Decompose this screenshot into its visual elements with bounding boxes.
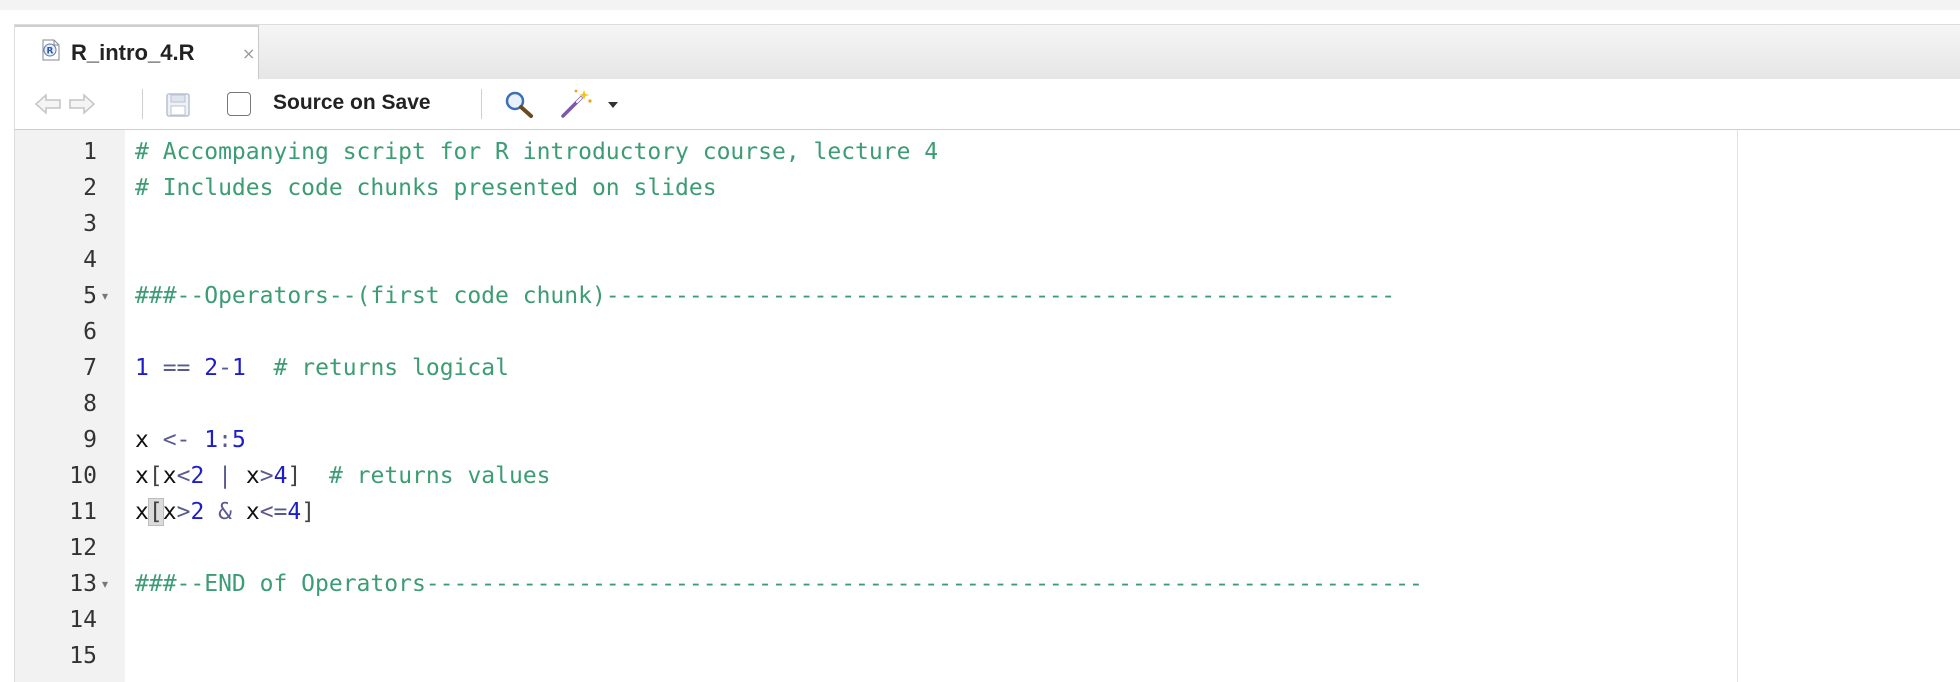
line-number: 8 (83, 391, 97, 417)
code-text: ###--Operators--(first code chunk)------… (135, 278, 1395, 314)
code-line[interactable]: 4 (15, 242, 1735, 278)
top-strip (0, 0, 1960, 10)
rstudio-source-pane: R R_intro_4.R × Source on Save 1 # Accom… (0, 0, 1960, 682)
magnifier-icon[interactable] (503, 89, 535, 119)
line-number: 14 (69, 607, 97, 633)
code-token: 4 (273, 463, 288, 489)
code-token: ] (301, 499, 316, 525)
code-token: ] (287, 463, 302, 489)
source-on-save-checkbox[interactable] (227, 92, 251, 116)
code-line[interactable]: 6 (15, 314, 1735, 350)
code-token: x (135, 463, 149, 489)
code-line[interactable]: 15 (15, 638, 1735, 674)
code-token: 1 (135, 355, 149, 381)
code-token: 5 (231, 427, 246, 453)
code-token: x (245, 499, 260, 525)
code-token: < (176, 463, 191, 489)
chevron-down-icon[interactable] (607, 101, 619, 109)
code-line[interactable]: 2 # Includes code chunks presented on sli… (15, 170, 1735, 206)
code-line[interactable]: 1 # Accompanying script for R introductor… (15, 134, 1735, 170)
line-number: 3 (83, 211, 97, 237)
code-token: # Accompanying script for R introductory… (135, 139, 939, 165)
code-text: x <- 1:5 (135, 422, 246, 458)
arrow-right-icon[interactable] (67, 92, 97, 116)
line-number: 2 (83, 175, 97, 201)
code-line[interactable]: 14 (15, 602, 1735, 638)
code-token: <= (259, 499, 288, 525)
tab-r-intro-4[interactable]: R R_intro_4.R × (15, 25, 259, 79)
code-line[interactable]: 9 x <- 1:5 (15, 422, 1735, 458)
code-token: x (162, 499, 177, 525)
toolbar-separator (481, 89, 482, 119)
code-token: & (204, 499, 246, 525)
arrow-left-icon[interactable] (33, 92, 63, 116)
line-number: 7 (83, 355, 97, 381)
code-token: - (218, 355, 232, 381)
code-token: # returns values (301, 463, 551, 489)
code-text: # Accompanying script for R introductory… (135, 134, 938, 170)
code-text: x[x>2 & x<=4] (135, 494, 315, 530)
line-number: 9 (83, 427, 97, 453)
code-token: <- (148, 427, 205, 453)
code-token: x (162, 463, 177, 489)
code-token: [ (148, 463, 163, 489)
code-text: x[x<2 | x>4] # returns values (135, 458, 551, 494)
code-token: | (204, 463, 246, 489)
line-number: 10 (69, 463, 97, 489)
code-text: ###--END of Operators-------------------… (135, 566, 1423, 602)
fold-toggle-icon[interactable]: ▾ (102, 566, 108, 602)
magic-wand-icon[interactable] (559, 87, 595, 119)
r-file-icon: R (42, 39, 60, 61)
close-icon[interactable]: × (242, 44, 255, 63)
code-text: 1 == 2-1 # returns logical (135, 350, 509, 386)
line-number: 5 (83, 283, 97, 309)
code-editor[interactable]: 1 # Accompanying script for R introductor… (14, 130, 1960, 682)
code-line[interactable]: 12 (15, 530, 1735, 566)
code-token: 2 (190, 499, 205, 525)
code-line[interactable]: 71 == 2-1 # returns logical (15, 350, 1735, 386)
save-disk-icon[interactable] (165, 92, 191, 118)
code-line[interactable]: 10 x[x<2 | x>4] # returns values (15, 458, 1735, 494)
code-token: ###--Operators--(first code chunk)------… (135, 283, 1396, 309)
line-number: 15 (69, 643, 97, 669)
code-token: == (148, 355, 205, 381)
code-token: > (176, 499, 191, 525)
code-line[interactable]: 13 ▾ ###--END of Operators----------------… (15, 566, 1735, 602)
code-token: : (218, 427, 232, 453)
line-number: 13 (69, 571, 97, 597)
code-line[interactable]: 11 x[x>2 & x<=4] (15, 494, 1735, 530)
line-number: 1 (83, 139, 97, 165)
svg-text:R: R (47, 47, 54, 57)
code-token: # Includes code chunks presented on slid… (135, 175, 717, 201)
code-line[interactable]: 3 (15, 206, 1735, 242)
code-token: ###--END of Operators-------------------… (135, 571, 1423, 597)
line-number: 11 (69, 499, 97, 525)
code-line[interactable]: 5 ▾ ###--Operators--(first code chunk)----… (15, 278, 1735, 314)
code-token: 1 (231, 355, 246, 381)
fold-toggle-icon[interactable]: ▾ (102, 278, 108, 314)
cursor-bracket-match: [ (147, 498, 164, 526)
source-on-save-label: Source on Save (273, 91, 431, 114)
print-margin (1737, 130, 1738, 682)
code-token: 2 (204, 355, 219, 381)
line-number: 12 (69, 535, 97, 561)
tab-filename: R_intro_4.R (71, 40, 195, 65)
line-number: 6 (83, 319, 97, 345)
toolbar-separator (142, 89, 143, 119)
code-token: # returns logical (245, 355, 509, 381)
code-text: # Includes code chunks presented on slid… (135, 170, 717, 206)
code-line[interactable]: 8 (15, 386, 1735, 422)
code-token: > (259, 463, 274, 489)
code-token: x (245, 463, 260, 489)
code-token: 4 (287, 499, 302, 525)
line-number: 4 (83, 247, 97, 273)
code-token: 2 (190, 463, 205, 489)
code-token: x (135, 499, 149, 525)
code-token: 1 (204, 427, 219, 453)
editor-toolbar: Source on Save (14, 79, 1960, 130)
editor-tab-bar: R R_intro_4.R × (14, 24, 1960, 80)
code-token: x (135, 427, 149, 453)
